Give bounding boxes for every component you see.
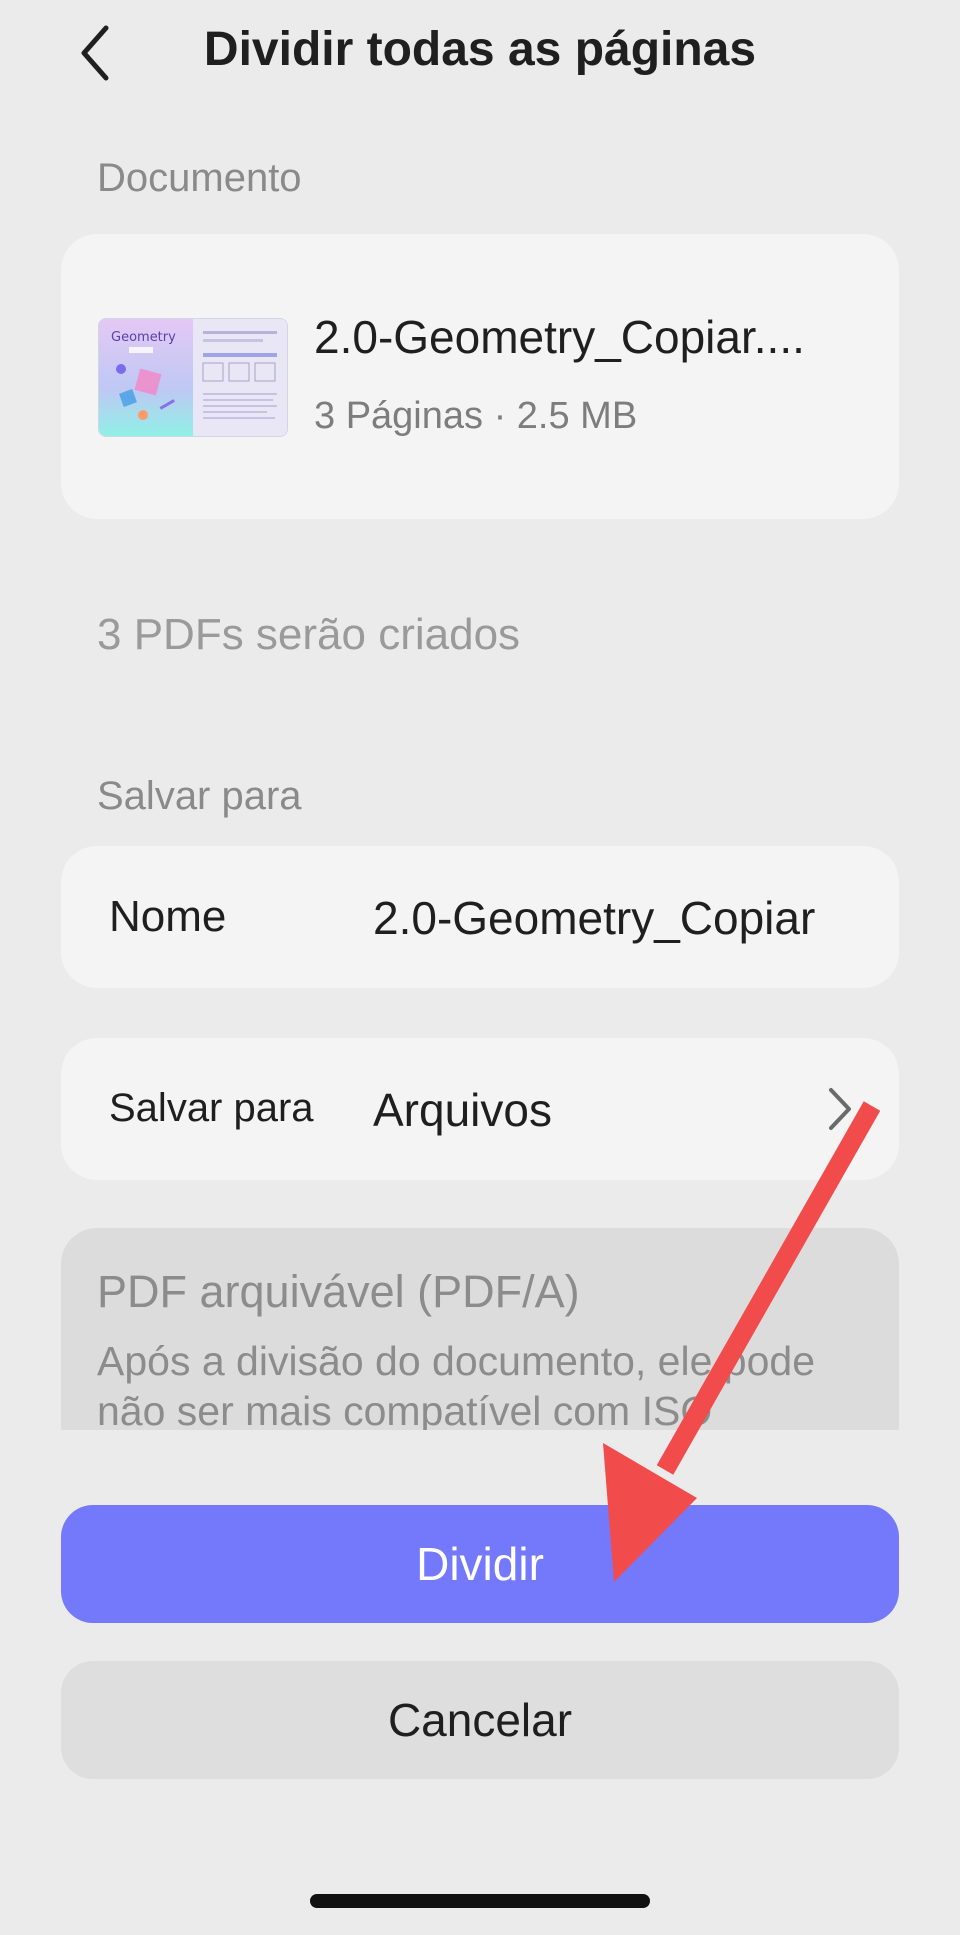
annotation-arrow (603, 1101, 881, 1582)
home-indicator (310, 1894, 650, 1908)
